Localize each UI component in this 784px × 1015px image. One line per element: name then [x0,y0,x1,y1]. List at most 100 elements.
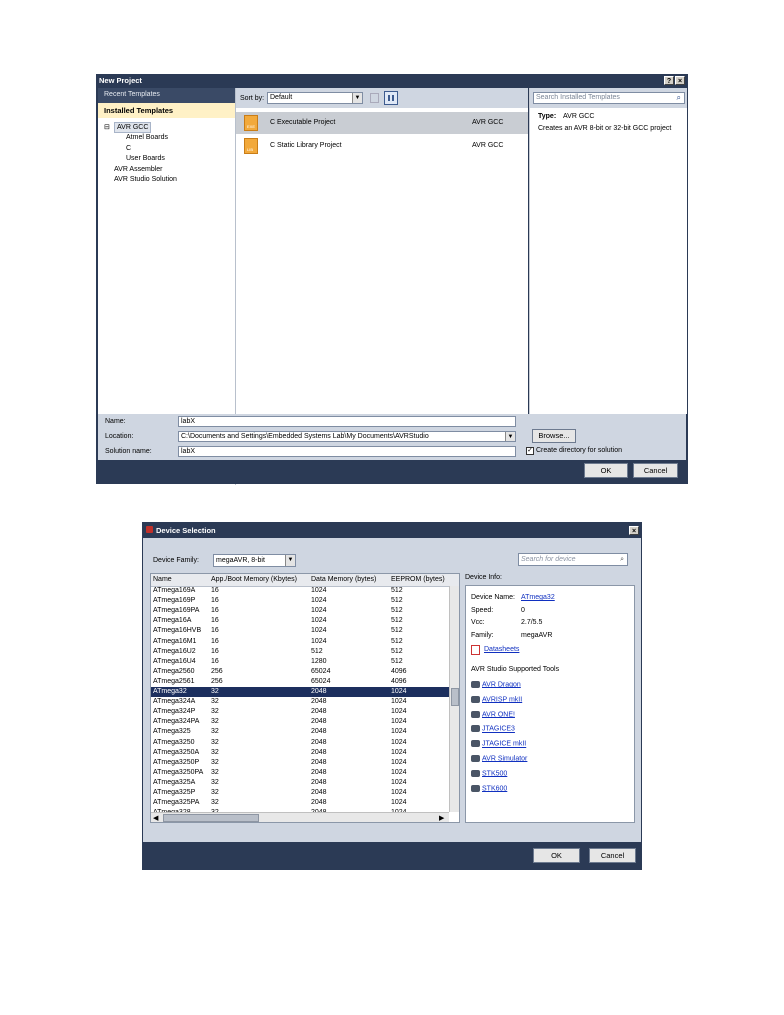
cell-app-boot-memory: 32 [211,708,219,716]
table-row[interactable]: ATmega325P 32 2048 1024 [151,788,449,798]
tool-link[interactable]: STK600 [482,785,507,792]
tree-item-atmel-boards[interactable]: Atmel Boards [126,134,168,141]
tool-link[interactable]: JTAGICE3 [482,726,515,733]
tool-item: AVR Dragon [471,681,521,688]
table-row[interactable]: ATmega16M1 16 1024 512 [151,637,449,647]
column-name[interactable]: Name [153,576,172,583]
cell-name: ATmega2561 [153,677,195,685]
table-row[interactable]: ATmega2560 256 65024 4096 [151,667,449,677]
table-row[interactable]: ATmega325A 32 2048 1024 [151,778,449,788]
scrollbar-thumb[interactable] [163,814,259,822]
tool-item: AVR ONE! [471,710,515,718]
table-row[interactable]: ATmega324PA 32 2048 1024 [151,717,449,727]
tool-link[interactable]: AVR Dragon [482,681,521,688]
tool-link[interactable]: AVR ONE! [482,711,515,718]
cell-eeprom: 512 [391,627,403,635]
list-view-icon[interactable] [370,93,379,103]
close-button[interactable]: × [675,76,685,85]
datasheets-link[interactable]: Datasheets [484,646,519,653]
location-value: C:\Documents and Settings\Embedded Syste… [181,433,429,440]
cell-data-memory: 2048 [311,698,327,706]
table-row[interactable]: ATmega325PA 32 2048 1024 [151,798,449,808]
solution-name-input[interactable]: labX [178,446,516,457]
scrollbar-thumb[interactable] [451,688,459,706]
close-button[interactable]: × [629,526,639,535]
cell-name: ATmega2560 [153,667,195,675]
column-eeprom[interactable]: EEPROM (bytes) [391,576,445,583]
table-row[interactable]: ATmega16U4 16 1280 512 [151,657,449,667]
template-lang: AVR GCC [472,119,504,126]
table-row[interactable]: ATmega32 32 2048 1024 [151,687,449,697]
search-icon: ⌕ [620,556,624,563]
table-row[interactable]: ATmega2561 256 65024 4096 [151,677,449,687]
name-label: Name: [105,418,126,425]
cell-data-memory: 65024 [311,677,331,685]
location-combo[interactable]: C:\Documents and Settings\Embedded Syste… [178,431,516,442]
cell-name: ATmega3250 [153,738,195,746]
create-directory-checkbox[interactable]: ✓ [526,447,534,455]
tool-item: STK500 [471,769,507,777]
tool-link[interactable]: AVRISP mkII [482,696,522,703]
cell-app-boot-memory: 16 [211,617,219,625]
template-lang: AVR GCC [472,142,504,149]
scroll-left-icon[interactable]: ◀ [153,814,158,822]
template-row-c-executable[interactable]: EXE C Executable Project AVR GCC [236,112,528,134]
search-templates-input[interactable]: Search Installed Templates ⌕ [533,92,685,104]
help-button[interactable]: ? [664,76,674,85]
chevron-down-icon: ▼ [505,432,515,441]
cell-eeprom: 512 [391,607,403,615]
template-row-c-static-library[interactable]: LIB C Static Library Project AVR GCC [236,135,528,157]
tree-item-avr-gcc[interactable]: AVR GCC [114,122,152,133]
column-data-memory[interactable]: Data Memory (bytes) [311,576,376,583]
exe-project-icon: EXE [244,115,258,131]
dialog-title: Device Selection [156,526,216,535]
tool-item: JTAGICE mkII [471,740,526,748]
tool-link[interactable]: JTAGICE mkII [482,741,526,748]
table-row[interactable]: ATmega169A 16 1024 512 [151,586,449,596]
table-row[interactable]: ATmega169PA 16 1024 512 [151,606,449,616]
tool-icon [471,695,480,703]
details-view-icon[interactable] [384,91,398,105]
table-row[interactable]: ATmega3250A 32 2048 1024 [151,748,449,758]
table-row[interactable]: ATmega169P 16 1024 512 [151,596,449,606]
ok-button[interactable]: OK [584,463,628,478]
cell-eeprom: 1024 [391,698,407,706]
tree-item-avr-assembler[interactable]: AVR Assembler [114,166,163,173]
browse-button[interactable]: Browse... [532,429,576,443]
table-row[interactable]: ATmega324A 32 2048 1024 [151,697,449,707]
cell-app-boot-memory: 32 [211,718,219,726]
tree-collapse-icon[interactable]: ⊟ [104,123,110,131]
table-row[interactable]: ATmega16A 16 1024 512 [151,616,449,626]
tree-item-avr-studio-solution[interactable]: AVR Studio Solution [114,176,177,183]
column-app-boot-memory[interactable]: App./Boot Memory (Kbytes) [211,576,297,583]
table-row[interactable]: ATmega16U2 16 512 512 [151,647,449,657]
table-row[interactable]: ATmega325 32 2048 1024 [151,727,449,737]
scroll-right-icon[interactable]: ▶ [439,814,444,822]
cancel-button[interactable]: Cancel [633,463,678,478]
device-name-link[interactable]: ATmega32 [521,594,555,601]
table-row[interactable]: ATmega3250 32 2048 1024 [151,738,449,748]
sort-dropdown[interactable]: Default ▼ [267,92,363,104]
device-family-dropdown[interactable]: megaAVR, 8-bit ▼ [213,554,296,567]
cell-data-memory: 2048 [311,748,327,756]
horizontal-scrollbar[interactable]: ◀ ▶ [151,812,449,822]
cell-data-memory: 512 [311,647,323,655]
cancel-button[interactable]: Cancel [589,848,636,863]
name-input[interactable]: labX [178,416,516,427]
tree-item-c[interactable]: C [126,145,131,152]
table-row[interactable]: ATmega3250PA 32 2048 1024 [151,768,449,778]
tree-item-user-boards[interactable]: User Boards [126,155,165,162]
table-row[interactable]: ATmega16HVB 16 1024 512 [151,626,449,636]
vertical-scrollbar[interactable] [449,586,459,812]
recent-templates-tab[interactable]: Recent Templates [98,88,235,103]
table-row[interactable]: ATmega324P 32 2048 1024 [151,707,449,717]
cell-name: ATmega3250PA [153,768,204,776]
installed-templates-tab[interactable]: Installed Templates [98,103,235,118]
cell-data-memory: 1024 [311,587,327,594]
table-row[interactable]: ATmega3250P 32 2048 1024 [151,758,449,768]
tool-icon [471,784,480,792]
ok-button[interactable]: OK [533,848,580,863]
search-device-input[interactable]: Search for device ⌕ [518,553,628,566]
tool-link[interactable]: STK500 [482,770,507,777]
tool-link[interactable]: AVR Simulator [482,755,527,762]
